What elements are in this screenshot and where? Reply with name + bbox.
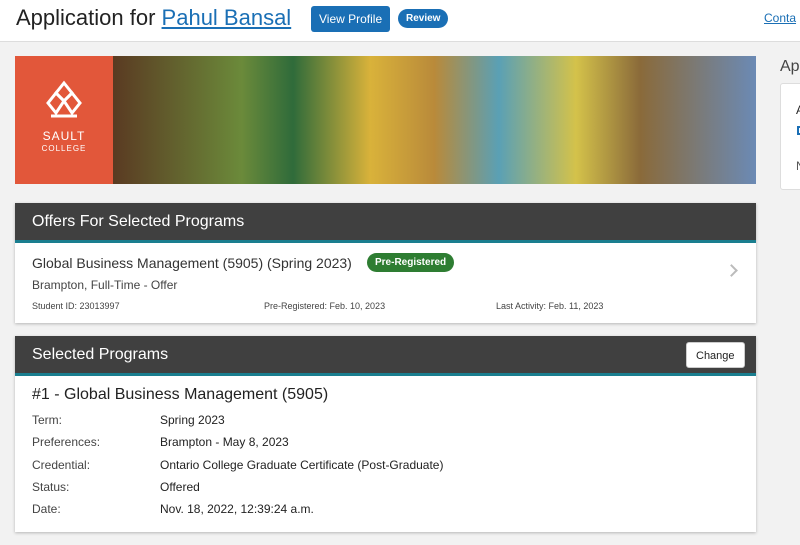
selected-programs-heading-label: Selected Programs [32, 346, 169, 363]
applicant-name-link[interactable]: Pahul Bansal [162, 5, 292, 30]
detail-value: Spring 2023 [160, 413, 225, 427]
selected-programs-card: Selected Programs Change #1 - Global Bus… [15, 336, 756, 532]
offers-card[interactable]: Offers For Selected Programs Global Busi… [15, 203, 756, 323]
detail-label: Term: [32, 413, 62, 427]
sidebar-card-note: N [796, 159, 800, 173]
selected-programs-heading: Selected Programs Change [15, 336, 756, 376]
college-banner: SAULT COLLEGE [15, 56, 756, 184]
college-logo-icon [46, 80, 82, 118]
detail-value: Brampton - May 8, 2023 [160, 435, 289, 449]
top-bar: Application for Pahul Bansal View Profil… [0, 0, 800, 42]
student-id: Student ID: 23013997 [32, 301, 120, 311]
pre-registered-badge: Pre-Registered [367, 253, 455, 272]
detail-value: Nov. 18, 2022, 12:39:24 a.m. [160, 502, 314, 516]
contact-link[interactable]: Conta [764, 11, 796, 25]
detail-label: Date: [32, 502, 61, 516]
sidebar-card: A N [780, 83, 800, 190]
offers-heading: Offers For Selected Programs [15, 203, 756, 243]
detail-value: Offered [160, 480, 200, 494]
offer-program-title: Global Business Management (5905) (Sprin… [32, 255, 352, 271]
pre-registered-date: Pre-Registered: Feb. 10, 2023 [264, 301, 386, 311]
logo-text-college: COLLEGE [41, 144, 87, 153]
last-activity-date: Last Activity: Feb. 11, 2023 [496, 301, 604, 311]
offer-location: Brampton, Full-Time - Offer [32, 278, 178, 292]
sidebar-heading: Ap [780, 58, 800, 75]
detail-value: Ontario College Graduate Certificate (Po… [160, 458, 444, 472]
status-badge: Review [398, 9, 449, 28]
view-profile-button[interactable]: View Profile [311, 6, 391, 32]
program-title: #1 - Global Business Management (5905) [32, 386, 329, 403]
chevron-right-icon[interactable] [725, 264, 738, 277]
sidebar-card-text: A [796, 103, 800, 117]
page-title: Application for Pahul Bansal [16, 5, 291, 31]
banner-photo [113, 56, 756, 184]
logo-text-sault: SAULT [42, 129, 86, 143]
change-button[interactable]: Change [686, 342, 745, 368]
page-title-prefix: Application for [16, 5, 156, 30]
college-logo: SAULT COLLEGE [15, 56, 113, 184]
detail-label: Status: [32, 480, 70, 494]
detail-label: Preferences: [32, 435, 101, 449]
detail-label: Credential: [32, 458, 91, 472]
